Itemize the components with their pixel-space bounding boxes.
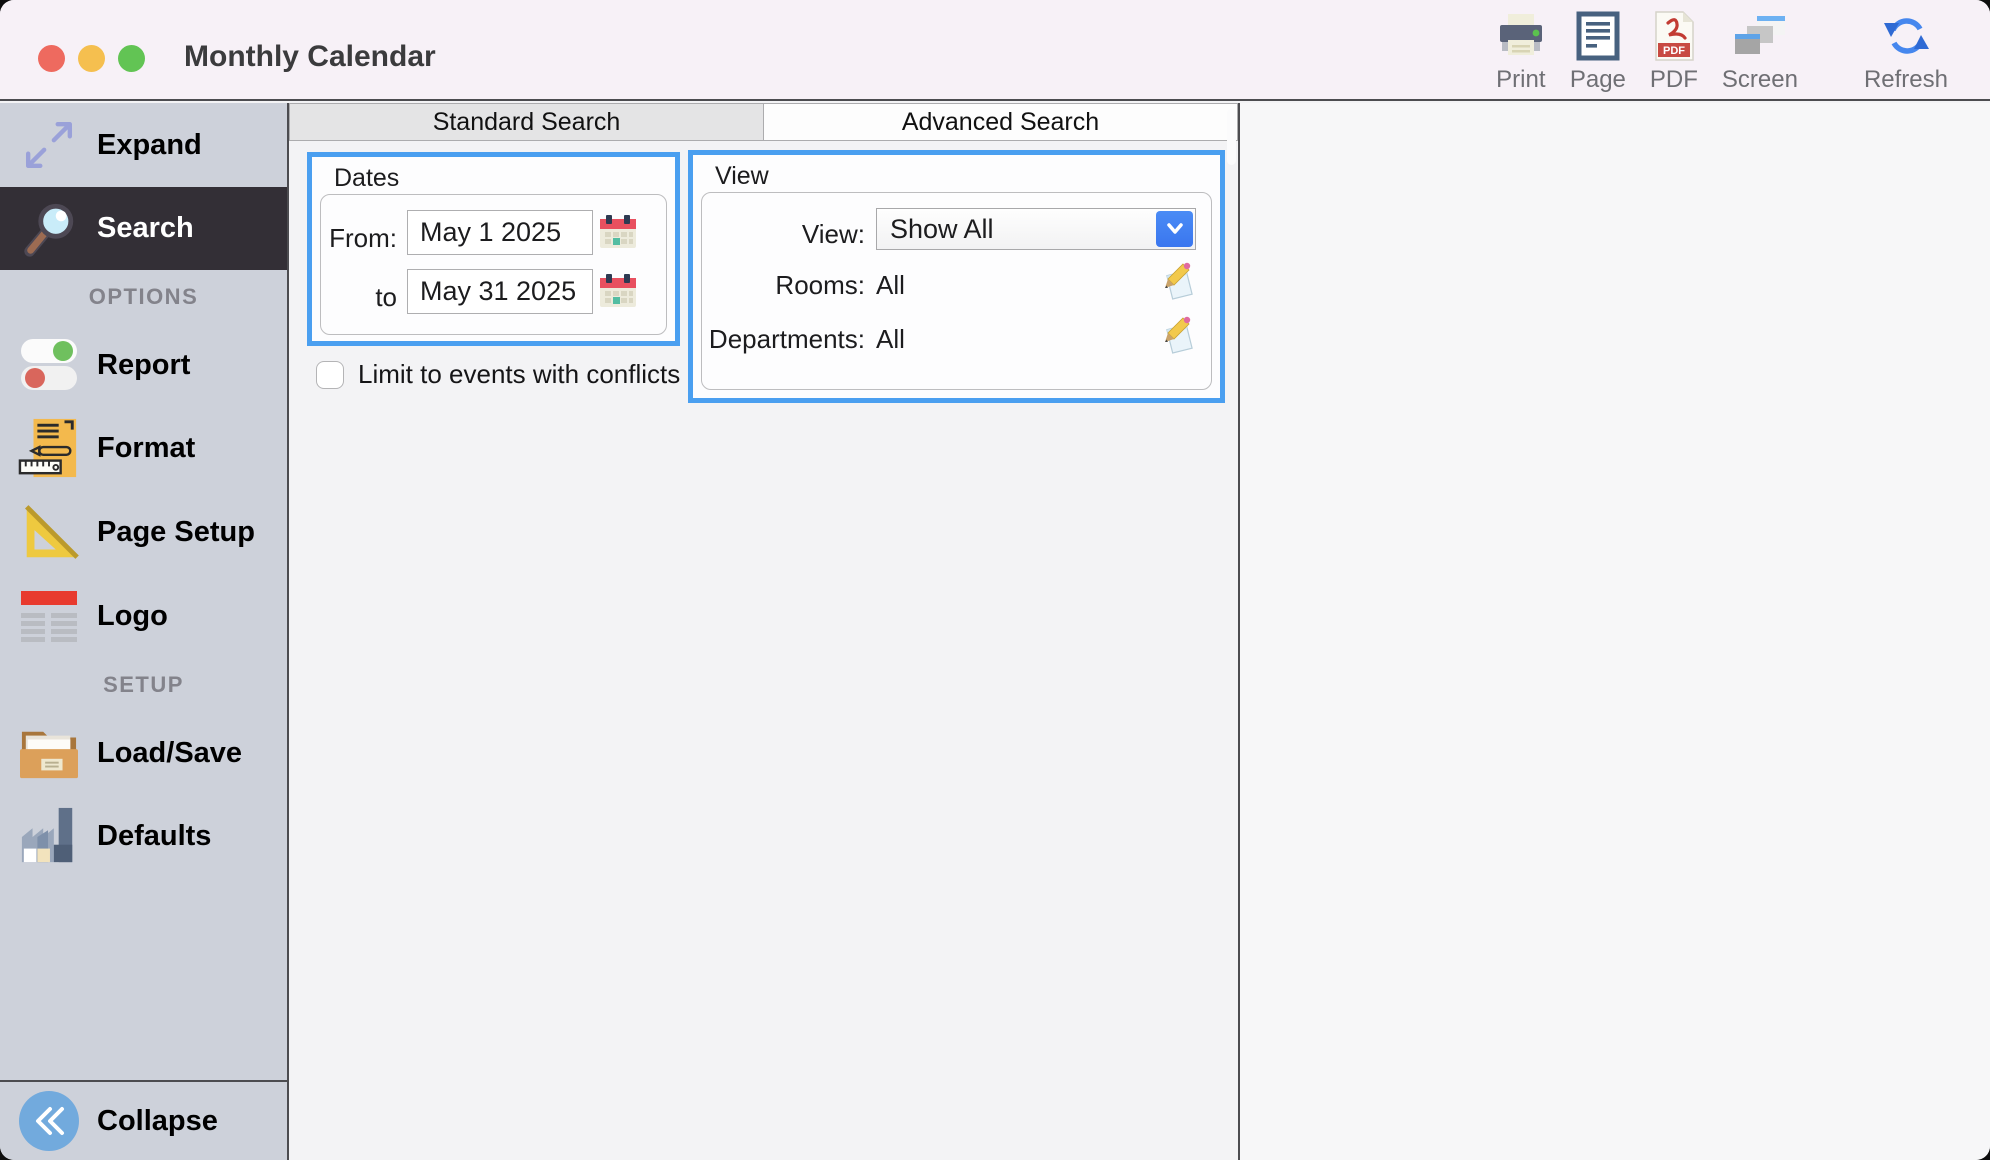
sidebar-item-label: Format [97,431,196,464]
page-button[interactable]: Page [1570,10,1626,96]
calendar-icon [599,274,637,312]
chevron-down-icon [1156,211,1193,247]
window-body: Expand Search OPTIONS Report Format Page… [0,103,1990,1160]
masthead-icon [0,589,97,643]
rooms-value: All [876,270,905,300]
calendar-icon [599,215,637,253]
pdf-label: PDF [1649,66,1698,93]
edit-pencil-icon [1161,316,1197,358]
search-tabs: Standard Search Advanced Search [289,103,1238,141]
close-button[interactable] [38,45,65,72]
folder-icon [0,724,97,782]
toggles-icon [0,337,97,393]
tab-standard-search[interactable]: Standard Search [289,103,764,141]
to-calendar-button[interactable] [599,273,637,309]
view-dropdown-value: Show All [890,213,994,244]
sidebar-item-load-save[interactable]: Load/Save [0,712,287,794]
minimize-button[interactable] [78,45,105,72]
pdf-icon: PDF [1651,10,1697,62]
refresh-icon [1881,10,1931,62]
collapse-chevrons-icon [0,1089,97,1153]
from-date-input[interactable] [407,210,593,255]
refresh-label: Refresh [1863,66,1948,93]
factory-icon [0,806,97,866]
sidebar-item-defaults[interactable]: Defaults [0,794,287,878]
sidebar: Expand Search OPTIONS Report Format Page… [0,103,289,1160]
screen-label: Screen [1721,66,1798,93]
sidebar-item-page-setup[interactable]: Page Setup [0,490,287,574]
from-calendar-button[interactable] [599,214,637,250]
tab-advanced-search[interactable]: Advanced Search [763,103,1238,141]
format-document-icon [0,416,97,480]
sidebar-item-label: Load/Save [97,736,243,769]
sidebar-section-setup: SETUP [103,672,184,697]
search-magnifier-icon [0,198,97,260]
sidebar-item-logo[interactable]: Logo [0,574,287,658]
refresh-button[interactable]: Refresh [1864,10,1948,96]
sidebar-item-label: Expand [97,128,202,161]
view-legend: View [715,162,769,190]
pdf-button[interactable]: PDF PDF [1650,10,1698,96]
sidebar-item-search[interactable]: Search [0,187,287,270]
sidebar-item-label: Defaults [97,819,212,852]
sidebar-item-label: Collapse [97,1104,218,1137]
dates-group: Dates From: May 1 2025 to May 31 2025 [307,152,680,346]
sidebar-item-expand[interactable]: Expand [0,103,287,187]
page-icon [1576,10,1620,62]
sidebar-item-label: Report [97,348,191,381]
rooms-edit-button[interactable] [1161,259,1197,301]
search-pane: Standard Search Advanced Search Dates Fr… [289,103,1238,1160]
print-label: Print [1496,66,1546,93]
sidebar-item-report[interactable]: Report [0,324,287,406]
window-title: Monthly Calendar [184,40,436,73]
printer-icon [1496,10,1546,62]
scrollbar-thumb[interactable] [1227,109,1236,165]
toolbar: Print Page PDF PDF Screen Refresh [1496,10,1948,96]
conflicts-checkbox[interactable] [316,360,344,389]
sidebar-item-label: Logo [97,599,168,632]
page-label: Page [1569,66,1626,93]
svg-text:PDF: PDF [1663,45,1685,57]
print-button[interactable]: Print [1496,10,1546,96]
sidebar-item-label: Page Setup [97,515,255,548]
results-pane [1238,103,1990,1160]
view-label: View: [801,219,865,249]
from-label: From: [329,223,397,253]
conflicts-label: Limit to events with conflicts [358,359,681,389]
sidebar-section-options: OPTIONS [88,284,199,309]
sidebar-item-label: Search [97,212,194,244]
screen-button[interactable]: Screen [1722,10,1798,96]
zoom-button[interactable] [118,45,145,72]
dates-legend: Dates [334,164,400,192]
set-square-icon [0,501,97,563]
sidebar-item-format[interactable]: Format [0,406,287,490]
edit-pencil-icon [1161,262,1197,304]
conflicts-row: Limit to events with conflicts [316,359,680,390]
titlebar: Monthly Calendar Print Page PDF PDF Scre… [0,0,1990,101]
departments-edit-button[interactable] [1161,313,1197,355]
screen-icon [1733,10,1787,62]
to-date-input[interactable] [407,269,593,314]
app-window: Monthly Calendar Print Page PDF PDF Scre… [0,0,1990,1160]
to-label: to [375,282,397,312]
departments-value: All [876,324,905,354]
traffic-lights [38,45,145,72]
view-group: View View: Show All Rooms: All Departmen… [688,150,1225,403]
view-dropdown[interactable]: Show All [876,208,1196,250]
expand-arrows-icon [0,114,97,176]
sidebar-item-collapse[interactable]: Collapse [0,1082,287,1160]
departments-label: Departments: [708,324,865,354]
rooms-label: Rooms: [775,270,865,300]
